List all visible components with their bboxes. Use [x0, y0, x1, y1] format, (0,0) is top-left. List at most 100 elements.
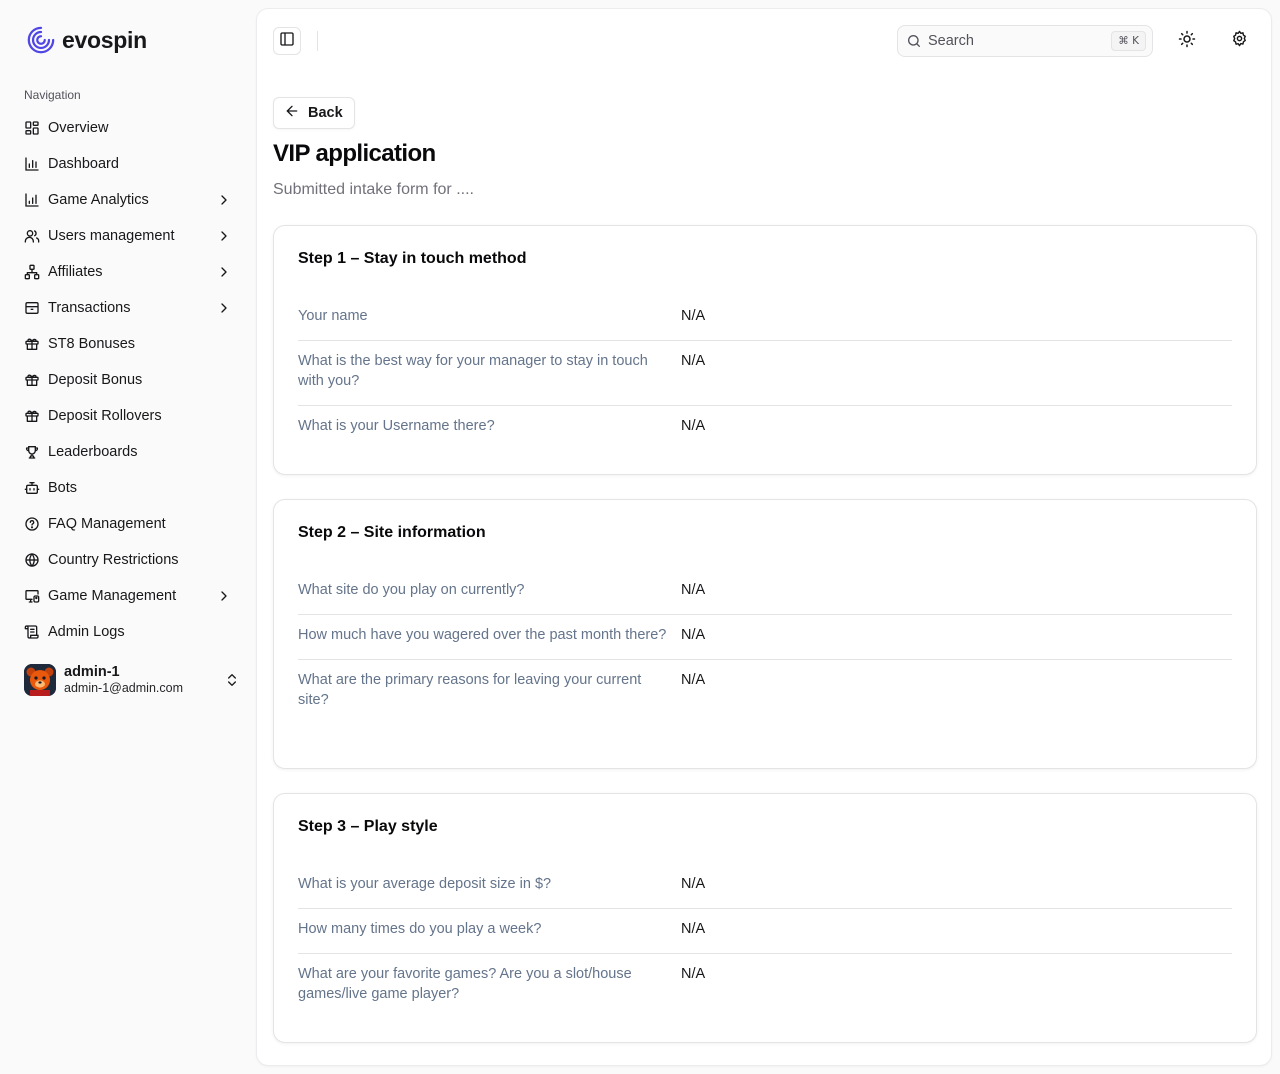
main-panel: Search ⌘ K Back VIP application Submitte…	[256, 8, 1272, 1066]
sidebar-item-game-management[interactable]: Game Management	[16, 578, 240, 614]
sidebar-item-dashboard[interactable]: Dashboard	[16, 146, 240, 182]
question-label: What are your favorite games? Are you a …	[298, 966, 632, 1002]
archive-icon	[24, 300, 40, 316]
form-row: What is your average deposit size in $? …	[298, 874, 1232, 909]
form-row: What are your favorite games? Are you a …	[298, 964, 1232, 1018]
question-label: What is your Username there?	[298, 418, 495, 434]
avatar	[24, 664, 56, 696]
form-row: What is your Username there? N/A	[298, 416, 1232, 450]
sidebar-item-label: Dashboard	[48, 156, 119, 172]
topbar: Search ⌘ K	[257, 9, 1271, 73]
sidebar-toggle-button[interactable]	[273, 27, 301, 55]
question-label: What is your average deposit size in $?	[298, 876, 552, 892]
sidebar-item-label: Leaderboards	[48, 444, 138, 460]
scroll-text-icon	[24, 624, 40, 640]
chevron-right-icon	[216, 588, 232, 604]
sidebar-item-users-management[interactable]: Users management	[16, 218, 240, 254]
question-label: How many times do you play a week?	[298, 921, 542, 937]
step-card: Step 2 – Site information What site do y…	[273, 499, 1257, 769]
bar-chart-icon	[24, 192, 40, 208]
answer-value: N/A	[681, 966, 706, 982]
sidebar-item-transactions[interactable]: Transactions	[16, 290, 240, 326]
search-input[interactable]: Search ⌘ K	[897, 25, 1153, 57]
sidebar-item-label: Country Restrictions	[48, 552, 179, 568]
step-title: Step 3 – Play style	[298, 818, 438, 835]
step-rows: What site do you play on currently? N/A …	[298, 580, 1232, 724]
form-row: What are the primary reasons for leaving…	[298, 670, 1232, 724]
sidebar-item-leaderboards[interactable]: Leaderboards	[16, 434, 240, 470]
settings-button[interactable]	[1223, 25, 1255, 57]
globe-icon	[24, 552, 40, 568]
step-title: Step 2 – Site information	[298, 524, 486, 541]
sidebar-item-overview[interactable]: Overview	[16, 110, 240, 146]
search-icon	[906, 33, 922, 49]
sidebar-item-faq-management[interactable]: FAQ Management	[16, 506, 240, 542]
panel-left-icon	[279, 31, 295, 52]
sidebar-item-label: Admin Logs	[48, 624, 125, 640]
step-card: Step 1 – Stay in touch method Your name …	[273, 225, 1257, 475]
user-name: admin-1	[64, 664, 120, 681]
answer-value: N/A	[681, 921, 706, 937]
monitor-gamepad-icon	[24, 588, 40, 604]
theme-toggle-button[interactable]	[1171, 25, 1203, 57]
step-rows: Your name N/A What is the best way for y…	[298, 306, 1232, 450]
sidebar-item-label: Users management	[48, 228, 175, 244]
brand[interactable]: evospin	[26, 24, 147, 56]
chevron-right-icon	[216, 300, 232, 316]
step-rows: What is your average deposit size in $? …	[298, 874, 1232, 1018]
sidebar-item-affiliates[interactable]: Affiliates	[16, 254, 240, 290]
step-card: Step 3 – Play style What is your average…	[273, 793, 1257, 1043]
form-row: Your name N/A	[298, 306, 1232, 341]
gift-icon	[24, 372, 40, 388]
sidebar-item-label: Game Management	[48, 588, 177, 604]
sidebar-item-st8-bonuses[interactable]: ST8 Bonuses	[16, 326, 240, 362]
nav-list: Overview Dashboard Game Analytics Users …	[16, 110, 240, 650]
chevron-right-icon	[216, 264, 232, 280]
help-circle-icon	[24, 516, 40, 532]
sun-icon	[1178, 30, 1196, 53]
chevron-right-icon	[216, 192, 232, 208]
question-label: What are the primary reasons for leaving…	[298, 672, 642, 708]
nav-group-label: Navigation	[24, 88, 81, 102]
network-icon	[24, 264, 40, 280]
sidebar-item-label: ST8 Bonuses	[48, 336, 136, 352]
bar-chart-icon	[24, 156, 40, 172]
gift-icon	[24, 336, 40, 352]
answer-value: N/A	[681, 672, 706, 688]
users-icon	[24, 228, 40, 244]
sidebar-item-bots[interactable]: Bots	[16, 470, 240, 506]
user-menu[interactable]: admin-1 admin-1@admin.com	[24, 662, 240, 698]
chevrons-up-down-icon	[224, 672, 240, 688]
page-subtitle: Submitted intake form for ....	[273, 181, 474, 198]
sidebar-item-game-analytics[interactable]: Game Analytics	[16, 182, 240, 218]
question-label: What site do you play on currently?	[298, 582, 525, 598]
trophy-icon	[24, 444, 40, 460]
sidebar-item-admin-logs[interactable]: Admin Logs	[16, 614, 240, 650]
question-label: How much have you wagered over the past …	[298, 627, 667, 643]
sidebar-item-label: Transactions	[48, 300, 131, 316]
back-button[interactable]: Back	[273, 97, 355, 129]
sidebar-item-label: Affiliates	[48, 264, 103, 280]
sidebar-item-deposit-bonus[interactable]: Deposit Bonus	[16, 362, 240, 398]
form-row: What is the best way for your manager to…	[298, 351, 1232, 406]
form-row: How much have you wagered over the past …	[298, 625, 1232, 660]
user-email: admin-1@admin.com	[64, 681, 183, 696]
sidebar-item-label: Deposit Bonus	[48, 372, 143, 388]
sidebar-item-deposit-rollovers[interactable]: Deposit Rollovers	[16, 398, 240, 434]
bot-icon	[24, 480, 40, 496]
toolbar-divider	[317, 31, 318, 51]
form-row: How many times do you play a week? N/A	[298, 919, 1232, 954]
sidebar-item-label: Overview	[48, 120, 109, 136]
answer-value: N/A	[681, 308, 706, 324]
sidebar-item-country-restrictions[interactable]: Country Restrictions	[16, 542, 240, 578]
answer-value: N/A	[681, 353, 706, 369]
layout-grid-icon	[24, 120, 40, 136]
brand-name: evospin	[62, 26, 147, 53]
evospin-logo-icon	[26, 25, 56, 55]
page-title: VIP application	[273, 140, 436, 167]
gear-icon	[1231, 30, 1248, 52]
search-placeholder: Search	[928, 33, 974, 49]
answer-value: N/A	[681, 418, 706, 434]
sidebar-item-label: FAQ Management	[48, 516, 166, 532]
answer-value: N/A	[681, 627, 706, 643]
